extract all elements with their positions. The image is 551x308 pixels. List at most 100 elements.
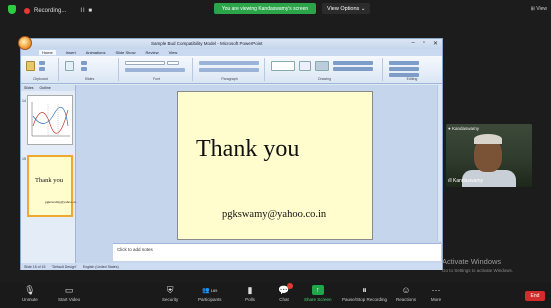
shield-icon: ⛨ — [166, 284, 174, 295]
recording-indicator: Recording... II ■ — [24, 5, 93, 16]
slide-thumbnail-selected[interactable]: Thank you pgkswamy@yahoo.co.in — [27, 155, 80, 217]
recording-controls[interactable]: II ■ — [80, 8, 93, 14]
font-group: Font — [121, 58, 193, 81]
recording-dot-icon — [24, 7, 30, 14]
zoom-top-bar: Recording... II ■ You are viewing Kandas… — [0, 0, 551, 20]
close-icon[interactable]: ✕ — [433, 40, 438, 47]
group-label: Editing — [406, 77, 418, 81]
ppt-window-title: Sample Bud Compatibility Model - Microso… — [151, 41, 263, 46]
view-options-button[interactable]: View Options ⌄ — [322, 3, 371, 14]
zoom-toolbar: 🎙 Unmute ▭ Start Video ⛨ Security 👥 189 P… — [0, 283, 551, 308]
group-label: Paragraph — [221, 77, 238, 81]
chat-icon: 💬 — [278, 283, 293, 295]
group-label: Drawing — [318, 77, 331, 81]
end-button[interactable]: End — [525, 291, 545, 301]
reactions-icon: ☺ — [401, 285, 411, 295]
reset-icon[interactable] — [81, 67, 87, 71]
office-button-icon[interactable] — [18, 36, 32, 50]
current-slide[interactable]: Thank you pgkswamy@yahoo.co.in — [177, 91, 373, 240]
tab-outline[interactable]: Outline — [40, 86, 51, 90]
align-icons[interactable] — [199, 68, 259, 72]
layout-icon[interactable] — [81, 61, 87, 65]
slide-title: Thank you — [196, 136, 300, 162]
paragraph-group: Paragraph — [195, 58, 265, 81]
cut-icon[interactable] — [39, 61, 45, 65]
window-controls: – ▫ ✕ — [411, 40, 438, 47]
thumb-email: pgkswamy@yahoo.co.in — [45, 200, 80, 204]
copy-icon[interactable] — [39, 67, 45, 71]
share-screen-button[interactable]: ↑ Share Screen — [304, 285, 332, 302]
clipboard-group: Clipboard — [23, 58, 59, 81]
font-name-box[interactable] — [125, 61, 165, 65]
tab-animations[interactable]: Animations — [86, 50, 106, 55]
tab-review[interactable]: Review — [146, 50, 159, 55]
paste-icon[interactable] — [26, 61, 35, 71]
editing-group: Editing — [385, 58, 439, 81]
drawing-group: Drawing — [267, 58, 383, 81]
ppt-statusbar: Slide 15 of 15 "Default Design" English … — [21, 263, 442, 270]
chat-button[interactable]: 💬 Chat — [278, 283, 293, 302]
arrange-icon[interactable] — [299, 61, 311, 71]
replace-icon[interactable] — [389, 67, 419, 71]
tab-home[interactable]: Home — [39, 50, 56, 55]
thumb-title: Thank you — [35, 177, 63, 184]
new-slide-icon[interactable] — [65, 61, 74, 71]
ribbon-tabs: Home Insert Animations Slide Show Review… — [21, 49, 442, 56]
participant-name: ıll Kandaswamy — [448, 178, 484, 184]
reactions-button[interactable]: ☺ Reactions — [396, 285, 416, 302]
font-format-icons[interactable] — [125, 68, 185, 72]
microphone-muted-icon: 🎙 — [24, 284, 36, 295]
slides-panel: Slides Outline 14 15 Thank you pgkswamy@… — [21, 85, 80, 263]
curve-graph-icon — [31, 102, 70, 137]
participants-icon: 👥 189 — [202, 287, 218, 294]
participants-button[interactable]: 👥 189 Participants — [198, 285, 222, 303]
shape-outline-icon[interactable] — [333, 67, 373, 71]
slide-email: pgkswamy@yahoo.co.in — [222, 209, 327, 220]
quick-styles-icon[interactable] — [315, 61, 329, 71]
minimize-icon[interactable]: – — [411, 40, 414, 47]
shared-powerpoint-window: Sample Bud Compatibility Model - Microso… — [18, 36, 443, 270]
polls-icon: ▮ — [247, 284, 253, 295]
security-shield-icon[interactable] — [8, 5, 16, 14]
tab-insert[interactable]: Insert — [66, 50, 76, 55]
slide-number: 15 — [22, 157, 26, 161]
status-theme: "Default Design" — [51, 264, 77, 269]
pause-recording-button[interactable]: ⏸ Pause/Stop Recording — [342, 284, 387, 303]
slide-number: 14 — [22, 99, 26, 103]
shape-fill-icon[interactable] — [333, 61, 373, 65]
security-button[interactable]: ⛨ Security — [162, 284, 178, 303]
ppt-titlebar: Sample Bud Compatibility Model - Microso… — [18, 36, 442, 50]
polls-button[interactable]: ▮ Polls — [244, 284, 256, 303]
video-off-icon: ▭ — [64, 284, 74, 295]
slide-editor: Thank you pgkswamy@yahoo.co.in Click to … — [77, 85, 442, 263]
group-label: Clipboard — [33, 77, 48, 81]
shapes-icon[interactable] — [271, 61, 295, 71]
start-video-button[interactable]: ▭ Start Video — [58, 284, 80, 303]
view-layout-button[interactable]: ⊞ View — [531, 6, 547, 12]
zoom-meeting-window: Recording... II ■ You are viewing Kandas… — [0, 0, 551, 308]
ppt-workspace: Slides Outline 14 15 Thank you pgkswamy@… — [21, 85, 442, 263]
tab-slides[interactable]: Slides — [24, 86, 34, 90]
notes-pane[interactable]: Click to add notes — [113, 243, 441, 261]
tab-view[interactable]: View — [169, 50, 178, 55]
find-icon[interactable] — [389, 61, 419, 65]
tab-slide-show[interactable]: Slide Show — [115, 50, 135, 55]
status-slide-count: Slide 15 of 15 — [24, 264, 46, 269]
video-top-tag: ● Kandaswamy — [448, 126, 479, 131]
slide-thumbnail[interactable] — [27, 95, 73, 145]
slides-group: Slides — [61, 58, 119, 81]
group-label: Slides — [84, 77, 95, 81]
participant-hair — [474, 134, 502, 144]
participant-video[interactable]: ● Kandaswamy ıll Kandaswamy — [446, 124, 532, 187]
maximize-icon[interactable]: ▫ — [423, 40, 425, 47]
font-size-box[interactable] — [167, 61, 179, 65]
unmute-button[interactable]: 🎙 Unmute — [22, 284, 38, 303]
more-button[interactable]: ⋯ More — [430, 284, 442, 303]
pause-stop-icon: ⏸ — [362, 284, 367, 295]
list-icons[interactable] — [199, 61, 259, 65]
group-label: Font — [152, 77, 160, 81]
vertical-scrollbar[interactable] — [437, 85, 442, 241]
participants-count: 189 — [210, 287, 218, 293]
more-icon: ⋯ — [431, 284, 441, 295]
ribbon: Clipboard Slides Font Paragraph Drawing … — [21, 56, 442, 84]
